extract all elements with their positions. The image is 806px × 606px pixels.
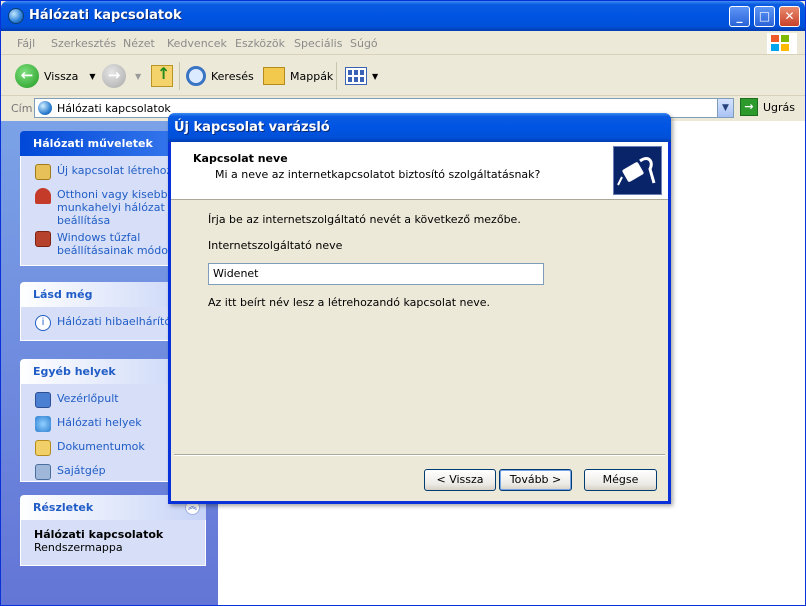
folders-icon: [263, 67, 285, 85]
go-button[interactable]: → Ugrás: [740, 98, 795, 116]
up-folder-icon: ↑: [151, 64, 173, 87]
views-dropdown-icon: ▼: [372, 71, 379, 81]
panel-title: Hálózati műveletek: [33, 137, 153, 150]
isp-name-input[interactable]: Widenet: [208, 263, 544, 285]
folders-button[interactable]: Mappák: [263, 62, 333, 90]
address-dropdown-icon[interactable]: ▼: [717, 99, 733, 117]
up-folder-button[interactable]: ↑: [151, 62, 173, 90]
address-label: Cím: [11, 102, 33, 115]
documents-icon: [35, 440, 51, 456]
views-button[interactable]: ▼: [345, 62, 378, 90]
folders-label: Mappák: [290, 69, 334, 83]
go-label: Ugrás: [763, 100, 796, 114]
menu-favorites[interactable]: Kedvencek: [167, 37, 227, 50]
wizard-heading: Kapcsolat neve: [193, 152, 288, 165]
menu-view[interactable]: Nézet: [123, 37, 155, 50]
firewall-icon: [35, 231, 51, 247]
dialog-separator: [174, 454, 665, 456]
minimize-button[interactable]: _: [729, 6, 750, 27]
panel-title: Lásd még: [33, 288, 93, 301]
new-connection-wizard: Új kapcsolat varázsló Kapcsolat neve Mi …: [168, 113, 671, 504]
panel-title: Részletek: [33, 501, 94, 514]
search-icon: [186, 66, 206, 86]
forward-dropdown-icon[interactable]: ▼: [135, 72, 141, 81]
menu-advanced[interactable]: Speciális: [294, 37, 342, 50]
menu-help[interactable]: Súgó: [350, 37, 378, 50]
toolbar-separator: [179, 62, 180, 90]
views-icon: [345, 67, 367, 85]
back-button[interactable]: ← Vissza ▼: [15, 62, 95, 90]
info-icon: i: [35, 315, 51, 331]
wizard-subheading: Mi a neve az internetkapcsolatot biztosí…: [215, 168, 541, 181]
wizard-note: Az itt beírt név lesz a létrehozandó kap…: [208, 296, 491, 309]
panel-title: Egyéb helyek: [33, 365, 116, 378]
network-places-icon: [35, 416, 51, 432]
title-bar[interactable]: Hálózati kapcsolatok _ □ ✕: [1, 1, 805, 31]
wizard-header: Kapcsolat neve Mi a neve az internetkapc…: [171, 142, 668, 200]
menu-file[interactable]: Fájl: [17, 37, 35, 50]
dialog-title-bar[interactable]: Új kapcsolat varázsló: [168, 113, 671, 142]
new-connection-icon: [35, 164, 51, 180]
search-button[interactable]: Keresés: [186, 62, 254, 90]
toolbar: ← Vissza ▼ → ▼ ↑ Keresés Mappák ▼: [1, 56, 805, 96]
close-button[interactable]: ✕: [779, 6, 800, 27]
home-network-icon: [35, 188, 51, 204]
menu-tools[interactable]: Eszközök: [235, 37, 285, 50]
next-button[interactable]: Tovább >: [499, 469, 572, 491]
details-type: Rendszermappa: [34, 541, 123, 554]
forward-button[interactable]: → ▼: [102, 62, 141, 90]
isp-name-label: Internetszolgáltató neve: [208, 239, 343, 252]
dialog-title: Új kapcsolat varázsló: [174, 120, 330, 135]
search-label: Keresés: [211, 69, 254, 83]
connection-wizard-icon: [613, 146, 662, 195]
panel-body: Hálózati kapcsolatok Rendszermappa: [20, 520, 206, 566]
network-connections-icon: [8, 8, 24, 24]
window-title: Hálózati kapcsolatok: [29, 8, 182, 23]
network-connections-icon: [38, 101, 52, 115]
cancel-button[interactable]: Mégse: [584, 469, 657, 491]
back-label: Vissza: [44, 69, 79, 83]
address-value: Hálózati kapcsolatok: [57, 102, 171, 115]
my-computer-icon: [35, 464, 51, 480]
details-name: Hálózati kapcsolatok: [34, 528, 164, 541]
back-arrow-icon: ←: [15, 64, 39, 88]
panel-details: Részletek ︽ Hálózati kapcsolatok Rendsze…: [20, 495, 206, 566]
maximize-button[interactable]: □: [754, 6, 775, 27]
menu-edit[interactable]: Szerkesztés: [51, 37, 116, 50]
back-wizard-button[interactable]: < Vissza: [424, 469, 496, 491]
back-dropdown-icon[interactable]: ▼: [89, 72, 95, 81]
menu-bar: Fájl Szerkesztés Nézet Kedvencek Eszközö…: [1, 31, 805, 55]
control-panel-icon: [35, 392, 51, 408]
go-arrow-icon: →: [740, 98, 758, 116]
toolbar-separator: [336, 62, 337, 90]
wizard-instruction: Írja be az internetszolgáltató nevét a k…: [208, 213, 521, 226]
forward-arrow-icon: →: [102, 64, 126, 88]
windows-logo-icon: [767, 33, 797, 54]
